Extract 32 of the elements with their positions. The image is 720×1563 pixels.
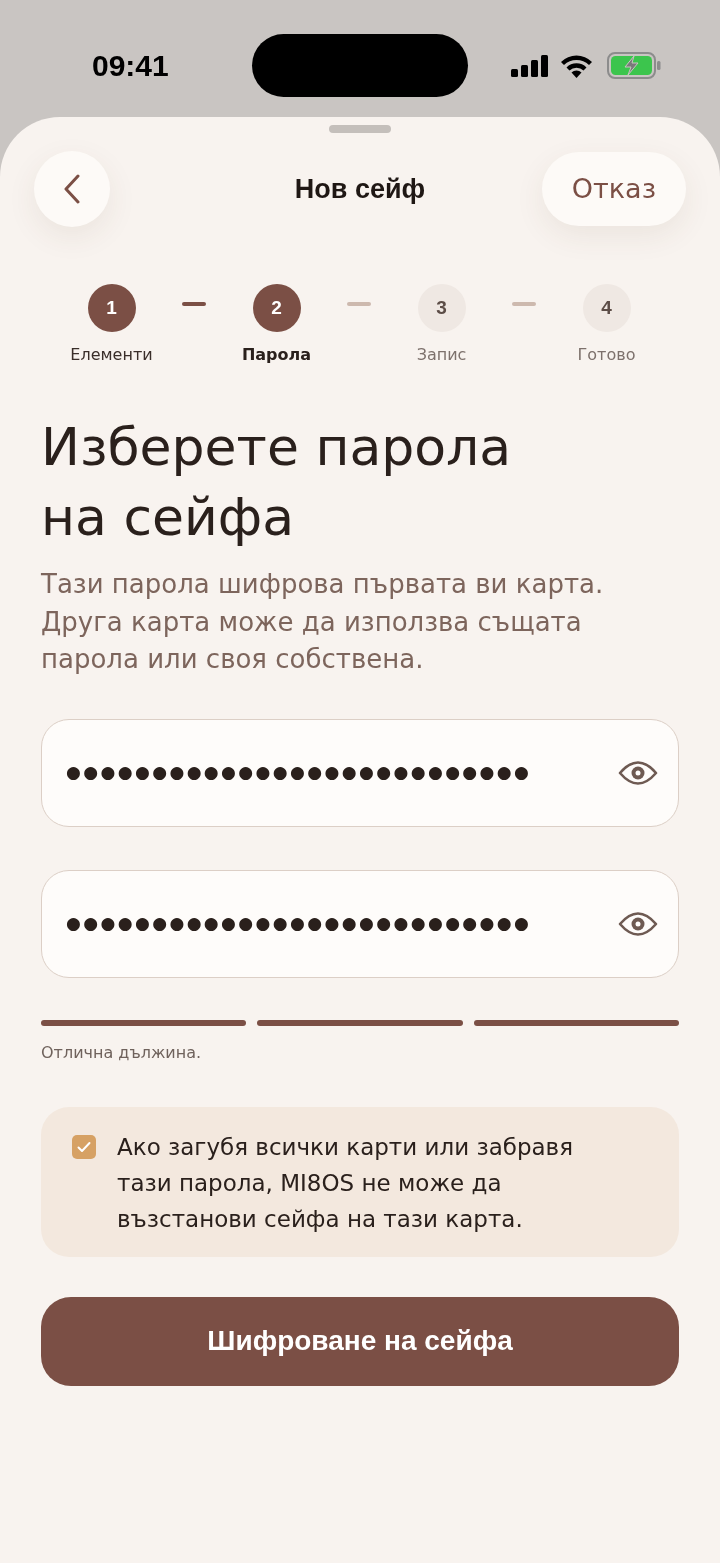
cancel-button[interactable]: Отказ	[541, 152, 686, 226]
description-text: Тази парола шифрова първата ви карта. Друга карта може да използва същата парола или своя собствена.	[41, 568, 605, 676]
step-number: 3	[417, 284, 466, 332]
step-label: Елементи	[70, 344, 153, 366]
sheet-grabber[interactable]	[329, 125, 391, 133]
step-label: Запис	[416, 344, 467, 366]
check-icon	[77, 1140, 91, 1153]
password-field[interactable]: ●●●●●●●●●●●●●●●●●●●●●●●●●●●	[41, 869, 679, 978]
step-connector	[347, 302, 371, 306]
screen-title: Нов сейф	[294, 172, 426, 206]
step-connector	[512, 302, 536, 306]
step-number: 1	[87, 284, 136, 332]
cellular-signal-icon	[511, 55, 549, 77]
checkbox[interactable]	[72, 1134, 96, 1159]
eye-icon[interactable]	[618, 759, 658, 786]
step-number: 4	[582, 284, 631, 332]
chevron-left-icon	[64, 174, 80, 204]
eye-icon[interactable]	[618, 910, 658, 937]
status-time: 09:41	[92, 48, 169, 84]
step-label: Парола	[241, 344, 312, 366]
strength-caption: Отлична дължина.	[41, 1041, 203, 1064]
step-label: Готово	[577, 344, 636, 366]
wifi-icon	[560, 53, 593, 78]
warning-text: Ако загубя всички карти или забравя тази парола, MI8OS не може да възстанови сейфа на тази карта.	[117, 1132, 574, 1234]
battery-charging-icon	[607, 52, 661, 79]
step-number: 2	[252, 284, 301, 332]
page-heading: Изберете парола на сейфа	[41, 416, 513, 549]
step-connector	[182, 302, 206, 306]
password-dots: ●●●●●●●●●●●●●●●●●●●●●●●●●●●	[66, 911, 532, 935]
password-dots: ●●●●●●●●●●●●●●●●●●●●●●●●●●●	[66, 760, 532, 784]
encrypt-button[interactable]: Шифроване на сейфа	[41, 1296, 679, 1386]
password-field[interactable]: ●●●●●●●●●●●●●●●●●●●●●●●●●●●	[41, 718, 679, 827]
